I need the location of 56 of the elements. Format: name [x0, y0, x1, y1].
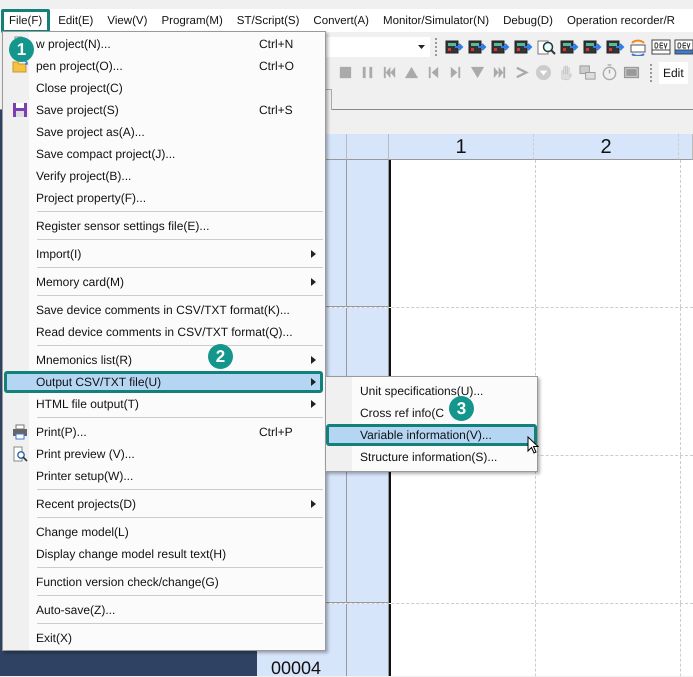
menu-item[interactable]: Close project(C) [36, 77, 123, 99]
menu-item[interactable]: HTML file output(T) [36, 393, 139, 415]
menu-item[interactable]: Verify project(B)... [36, 165, 132, 187]
device-arrow-icon[interactable] [513, 38, 533, 56]
menu-item[interactable]: Memory card(M) [36, 271, 124, 293]
menu-item[interactable]: pen project(O)... Ctrl+O [36, 55, 323, 77]
stopwatch-icon[interactable] [601, 64, 618, 81]
menu-item[interactable]: Exit(X) [36, 627, 72, 649]
menu-item[interactable]: Structure information(S)... [360, 446, 498, 468]
menu-item[interactable]: Import(I) [36, 243, 82, 265]
menu-item[interactable]: Mnemonics list(R) [36, 349, 132, 371]
dev-icon[interactable] [674, 38, 693, 56]
menu-item[interactable]: Read device comments in CSV/TXT format(Q)... [36, 321, 293, 343]
menu-bar-item[interactable]: ST/Script(S) [230, 10, 306, 30]
circle-icon[interactable] [535, 64, 552, 81]
rewind-icon[interactable] [381, 64, 398, 81]
row-number: 00004 [271, 658, 322, 676]
menu-item[interactable]: Display change model result text(H) [36, 543, 226, 565]
menu-bar-item[interactable]: View(V) [100, 10, 154, 30]
column-header: 1 [389, 134, 534, 160]
menu-item[interactable]: Function version check/change(G) [36, 571, 219, 593]
menu-item[interactable]: Recent projects(D) [36, 493, 136, 515]
menu-bar-item[interactable]: Program(M) [154, 10, 230, 30]
magnifier-icon[interactable] [536, 38, 556, 56]
menu-bar-item[interactable]: Operation recorder/R [560, 10, 682, 30]
printer-icon [12, 424, 28, 440]
menu-item[interactable]: Save project(S) Ctrl+S [36, 99, 323, 121]
menu-item[interactable]: Change model(L) [36, 521, 129, 543]
print-preview-icon [12, 446, 28, 462]
menu-item[interactable]: Printer setup(W)... [36, 465, 134, 487]
column-header: 2 [534, 134, 679, 160]
menu-item[interactable]: w project(N)... Ctrl+N [36, 33, 323, 55]
refresh-icon[interactable] [628, 38, 648, 56]
menu-item[interactable]: Cross ref info(C [360, 402, 444, 424]
menu-bar-item[interactable]: Debug(D) [496, 10, 560, 30]
menu-item[interactable]: Variable information(V)... [326, 424, 537, 446]
menu-bar-item[interactable]: Convert(A) [306, 10, 376, 30]
stop-icon[interactable] [337, 64, 354, 81]
mode-field[interactable]: Edit [659, 62, 688, 84]
menu-bar-item[interactable]: Edit(E) [51, 10, 100, 30]
menu-item[interactable]: Print(P)... Ctrl+P [36, 421, 323, 443]
monitors-icon[interactable] [579, 64, 596, 81]
menu-item[interactable]: Register sensor settings file(E)... [36, 215, 210, 237]
caret-icon [418, 44, 425, 48]
menu-item[interactable]: Output CSV/TXT file(U) [4, 371, 323, 393]
menu-bar-item[interactable]: Monitor/Simulator(N) [376, 10, 496, 30]
menu-item[interactable]: Save project as(A)... [36, 121, 145, 143]
header-cell [679, 134, 693, 160]
ffwd-icon[interactable] [491, 64, 508, 81]
menu-item[interactable]: Project property(F)... [36, 187, 146, 209]
menu-item[interactable]: Print preview (V)... [36, 443, 135, 465]
header-cell [347, 134, 389, 160]
menu-item[interactable]: Save compact project(J)... [36, 143, 176, 165]
menu-item[interactable]: Auto-save(Z)... [36, 599, 116, 621]
menu-item[interactable]: Save device comments in CSV/TXT format(K)... [36, 299, 290, 321]
folder-icon [12, 58, 28, 74]
